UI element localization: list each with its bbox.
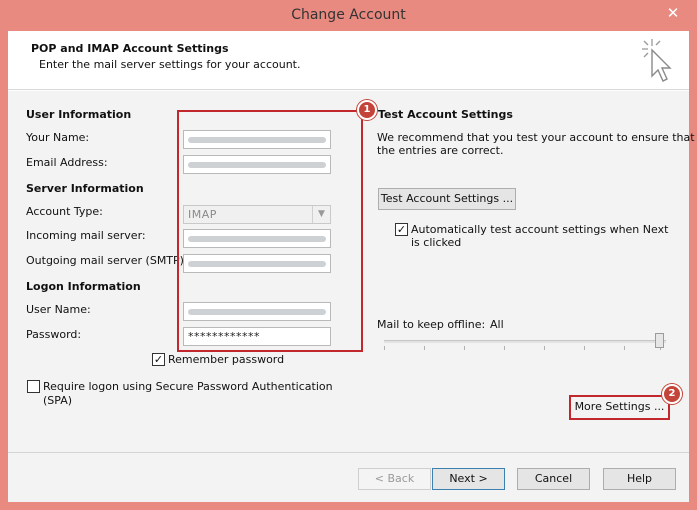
server-information-heading: Server Information	[26, 182, 144, 195]
next-button[interactable]: Next >	[432, 468, 505, 490]
slider-tick	[384, 346, 385, 350]
annotation-badge-2: 2	[662, 384, 682, 404]
test-description-line2: the entries are correct.	[377, 144, 504, 157]
email-address-label: Email Address:	[26, 156, 108, 169]
account-type-label: Account Type:	[26, 205, 103, 218]
mouse-cursor-click-icon	[642, 39, 672, 82]
auto-test-checkbox[interactable]: ✓	[395, 223, 408, 236]
auto-test-label: Automatically test account settings when…	[411, 223, 669, 236]
slider-tick	[624, 346, 625, 350]
auto-test-label-line2: is clicked	[411, 236, 462, 249]
test-description-line1: We recommend that you test your account …	[377, 131, 695, 144]
password-label: Password:	[26, 328, 82, 341]
window-title: Change Account	[291, 7, 406, 23]
more-settings-button[interactable]: More Settings ...	[573, 398, 666, 417]
back-button[interactable]: < Back	[358, 468, 431, 490]
user-name-label: User Name:	[26, 303, 91, 316]
close-icon[interactable]: ✕	[660, 2, 686, 24]
dialog-header: POP and IMAP Account Settings Enter the …	[8, 31, 689, 90]
mail-offline-value: All	[490, 318, 504, 331]
mail-offline-label: Mail to keep offline:	[377, 318, 486, 331]
outgoing-server-label: Outgoing mail server (SMTP):	[26, 254, 188, 267]
incoming-server-label: Incoming mail server:	[26, 229, 146, 242]
user-information-heading: User Information	[26, 108, 132, 121]
test-account-settings-heading: Test Account Settings	[378, 108, 513, 121]
spa-checkbox[interactable]	[27, 380, 40, 393]
your-name-label: Your Name:	[26, 131, 90, 144]
title-bar: Change Account ✕	[0, 0, 697, 31]
slider-tick	[544, 346, 545, 350]
cancel-button[interactable]: Cancel	[517, 468, 590, 490]
remember-password-checkbox[interactable]: ✓	[152, 353, 165, 366]
change-account-window: Change Account ✕ POP and IMAP Account Se…	[0, 0, 697, 510]
header-subtitle: Enter the mail server settings for your …	[39, 58, 301, 71]
header-title: POP and IMAP Account Settings	[31, 42, 229, 55]
annotation-badge-1: 1	[357, 100, 377, 120]
annotation-box-1	[177, 110, 363, 352]
slider-tick	[424, 346, 425, 350]
help-button[interactable]: Help	[603, 468, 676, 490]
test-account-settings-button[interactable]: Test Account Settings ...	[378, 188, 516, 210]
mail-offline-slider-track[interactable]	[384, 340, 666, 343]
logon-information-heading: Logon Information	[26, 280, 141, 293]
spa-label: Require logon using Secure Password Auth…	[43, 380, 333, 393]
slider-tick	[504, 346, 505, 350]
slider-tick	[464, 346, 465, 350]
mail-offline-slider-thumb[interactable]	[655, 333, 664, 348]
spa-label-line2: (SPA)	[43, 394, 73, 407]
slider-tick	[584, 346, 585, 350]
remember-password-label: Remember password	[168, 353, 285, 366]
